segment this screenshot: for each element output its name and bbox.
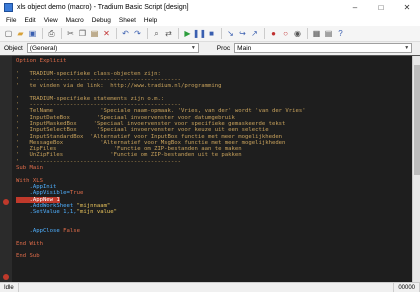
- toolbar-separator: [147, 28, 148, 39]
- code-token: ' InputSelectBox 'Speciaal invoervenster…: [16, 127, 269, 134]
- editor-gutter[interactable]: [0, 56, 12, 283]
- code-token: With XLS: [16, 177, 43, 184]
- code-token: .AppInit: [16, 183, 57, 190]
- help-icon[interactable]: ?: [335, 28, 346, 39]
- dialog-editor-icon[interactable]: ▦: [311, 28, 322, 39]
- code-token: .AppClose: [16, 228, 64, 235]
- toolbar-separator: [264, 28, 265, 39]
- open-folder-icon[interactable]: ▰: [15, 28, 26, 39]
- code-token: .AddWorkSheet: [16, 202, 77, 209]
- menu-view[interactable]: View: [40, 15, 62, 26]
- toolbar-separator: [116, 28, 117, 39]
- status-state: Idle: [0, 282, 19, 292]
- code-token: End With: [16, 240, 43, 247]
- new-file-icon[interactable]: ▢: [3, 28, 14, 39]
- cut-icon[interactable]: ✂: [65, 28, 76, 39]
- print-icon[interactable]: ⎙: [46, 28, 57, 39]
- toolbar-separator: [42, 28, 43, 39]
- code-token: ' ZipFiles 'Functie om ZIP-bestanden aan…: [16, 146, 242, 153]
- breakpoint-marker[interactable]: [3, 199, 9, 205]
- menu-file[interactable]: File: [2, 15, 20, 26]
- code-token: ' InputDateBox 'Speciaal invoervenster v…: [16, 114, 235, 121]
- menu-help[interactable]: Help: [140, 15, 161, 26]
- code-token: ' TRADIUM-specifieke statements zijn o.m…: [16, 95, 165, 102]
- proc-select-value: Main: [237, 44, 252, 52]
- menu-edit[interactable]: Edit: [20, 15, 39, 26]
- menu-sheet[interactable]: Sheet: [115, 15, 140, 26]
- code-token: False: [63, 228, 80, 235]
- proc-select[interactable]: Main ▼: [234, 43, 413, 53]
- code-token: .SetValue 1,1,: [16, 209, 77, 216]
- delete-icon[interactable]: ✕: [101, 28, 112, 39]
- toolbar-separator: [61, 28, 62, 39]
- code-token: ' MessageBox 'Alternatief voor MsgBox fu…: [16, 139, 286, 146]
- chevron-down-icon: ▼: [190, 45, 196, 51]
- code-token: ' InputStandardBox 'Alternatief voor Inp…: [16, 133, 283, 140]
- code-token: "mijnnaam": [76, 202, 111, 209]
- object-proc-bar: Object (General) ▼ Proc Main ▼: [0, 42, 420, 54]
- step-out-icon[interactable]: ↗: [249, 28, 260, 39]
- code-token: ' --------------------------------------…: [16, 76, 182, 83]
- toolbar: ▢ ▰ ▣ ⎙ ✂ ❐ ▤ ✕ ↶ ↷ ⌕ ⇄ ▶ ❚❚ ■ ↘ ↪ ↗ ● ○…: [0, 26, 420, 42]
- code-line[interactable]: End Sub: [16, 253, 306, 259]
- code-token: True: [69, 190, 84, 197]
- menu-bar: File Edit View Macro Debug Sheet Help: [0, 15, 420, 26]
- breakpoint-icon[interactable]: ●: [268, 28, 279, 39]
- code-token: ' InputMaskedBox 'Speciaal invoervenster…: [16, 120, 286, 127]
- watch-icon[interactable]: ◉: [292, 28, 303, 39]
- toolbar-separator: [307, 28, 308, 39]
- app-icon: [4, 3, 13, 12]
- step-over-icon[interactable]: ↪: [237, 28, 248, 39]
- code-token: .AppNew 1: [16, 196, 60, 203]
- status-position: 00000: [393, 282, 420, 292]
- undo-icon[interactable]: ↶: [120, 28, 131, 39]
- minimize-button[interactable]: –: [342, 0, 368, 15]
- code-token: ' te vinden via de link: http://www.trad…: [16, 83, 222, 90]
- references-icon[interactable]: ▤: [323, 28, 334, 39]
- code-token: "mijn value": [76, 209, 118, 216]
- code-token: ' TRADIUM-specifieke class-objecten zijn…: [16, 70, 161, 77]
- clear-breakpoints-icon[interactable]: ○: [280, 28, 291, 39]
- menu-debug[interactable]: Debug: [88, 15, 115, 26]
- find-icon[interactable]: ⌕: [151, 28, 162, 39]
- code-token: ' UnZipFiles 'Functie om ZIP-bestanden u…: [16, 152, 242, 159]
- scrollbar-thumb[interactable]: [414, 65, 420, 175]
- proc-label: Proc: [216, 44, 231, 52]
- run-icon[interactable]: ▶: [182, 28, 193, 39]
- copy-icon[interactable]: ❐: [77, 28, 88, 39]
- code-area[interactable]: Option Explicit ' TRADIUM-specifieke clas…: [16, 58, 306, 260]
- code-token: Sub Main: [16, 165, 43, 172]
- pause-icon[interactable]: ❚❚: [193, 28, 206, 39]
- code-token: End Sub: [16, 253, 40, 260]
- toolbar-separator: [178, 28, 179, 39]
- window-title: xls object demo (macro) - Tradium Basic …: [17, 4, 189, 11]
- replace-icon[interactable]: ⇄: [163, 28, 174, 39]
- step-into-icon[interactable]: ↘: [225, 28, 236, 39]
- code-editor[interactable]: Option Explicit ' TRADIUM-specifieke clas…: [0, 55, 420, 283]
- code-token: .AppVisible=: [16, 190, 70, 197]
- code-token: ' --------------------------------------…: [16, 102, 182, 109]
- title-bar: xls object demo (macro) - Tradium Basic …: [0, 0, 420, 15]
- redo-icon[interactable]: ↷: [132, 28, 143, 39]
- object-select[interactable]: (General) ▼: [26, 43, 199, 53]
- object-select-value: (General): [29, 44, 58, 52]
- toolbar-separator: [221, 28, 222, 39]
- vertical-scrollbar[interactable]: [412, 56, 420, 283]
- menu-macro[interactable]: Macro: [62, 15, 88, 26]
- status-bar: Idle 00000: [0, 282, 420, 292]
- chevron-down-icon: ▼: [404, 45, 410, 51]
- maximize-button[interactable]: □: [368, 0, 394, 15]
- save-icon[interactable]: ▣: [27, 28, 38, 39]
- stop-icon[interactable]: ■: [206, 28, 217, 39]
- code-token: ' --------------------------------------…: [16, 158, 182, 165]
- code-token: Option Explicit: [16, 58, 67, 64]
- close-button[interactable]: ✕: [394, 0, 420, 15]
- paste-icon[interactable]: ▤: [89, 28, 100, 39]
- breakpoint-marker[interactable]: [3, 274, 9, 280]
- object-label: Object: [4, 44, 23, 52]
- code-token: ' TelName 'Speciale naam-opmaak. 'Vries,…: [16, 108, 306, 115]
